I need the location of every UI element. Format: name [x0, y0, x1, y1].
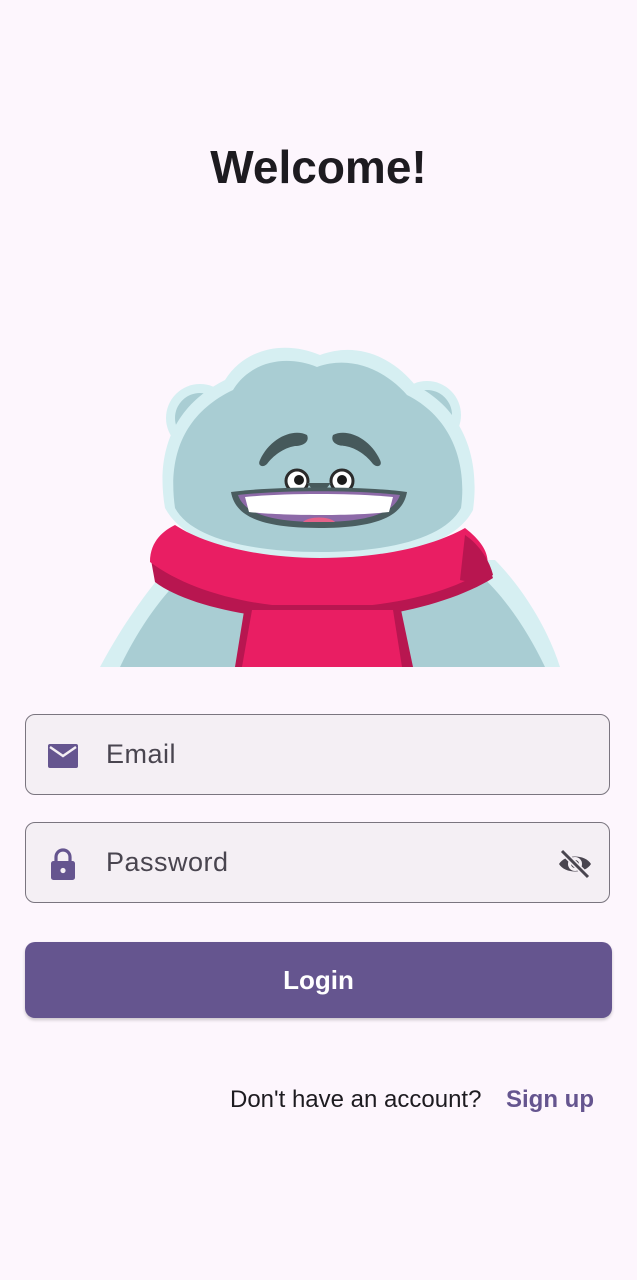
- password-field[interactable]: Password: [25, 822, 610, 903]
- email-placeholder: Email: [106, 739, 177, 769]
- page-title: Welcome!: [210, 141, 427, 193]
- password-placeholder: Password: [106, 847, 229, 877]
- signup-prompt: Don't have an account?: [230, 1086, 482, 1113]
- email-field[interactable]: Email: [25, 714, 610, 795]
- signup-link[interactable]: Sign up: [506, 1086, 594, 1114]
- lock-icon: [51, 848, 75, 880]
- visibility-off-icon[interactable]: [557, 847, 593, 881]
- yeti-mascot-illustration: [100, 347, 560, 667]
- mail-icon: [48, 744, 78, 768]
- login-button[interactable]: Login: [25, 942, 612, 1018]
